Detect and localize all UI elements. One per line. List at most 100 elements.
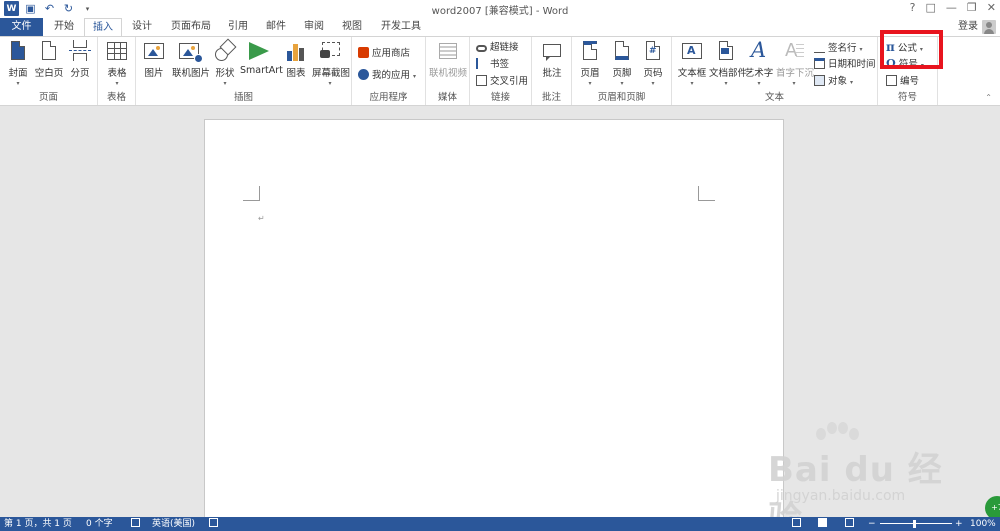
zoom-level[interactable]: 100% [970,517,996,531]
ribbon-display-icon[interactable]: □ [926,1,936,14]
ribbon-tabs: 文件 开始 插入 设计 页面布局 引用 邮件 审阅 视图 开发工具 登录 [0,18,1000,37]
table-icon [106,40,128,62]
dropdown-arrow-icon: ▾ [651,80,655,87]
proofing-icon[interactable] [131,517,140,531]
collapse-ribbon-icon[interactable]: ⌃ [985,93,992,102]
dropdown-arrow-icon: ▾ [757,80,761,87]
header-icon [579,40,601,62]
shapes-button[interactable]: 形状 ▾ [210,38,240,90]
dropcap-icon: A [783,40,805,62]
watermark-url: jingyan.baidu.com [776,488,906,504]
cover-page-icon [7,40,29,62]
group-comments: 批注 批注 [532,37,572,105]
comment-icon [541,40,563,62]
dropdown-arrow-icon: ▾ [859,46,863,53]
dropdown-arrow-icon: ▾ [724,80,728,87]
page-break-icon [69,40,91,62]
online-video-button[interactable]: 联机视频 [429,40,467,90]
picture-button[interactable]: 图片 [139,40,169,90]
header-button[interactable]: 页眉 ▾ [575,40,605,90]
my-apps-button[interactable]: 我的应用 ▾ [358,68,416,83]
my-apps-icon [358,69,369,80]
tab-home[interactable]: 开始 [48,18,80,36]
signature-line-button[interactable]: 签名行 ▾ [814,41,863,56]
avatar[interactable] [982,20,996,34]
calendar-icon [814,58,825,69]
new-comment-button[interactable]: 批注 [537,40,567,90]
margin-corner-top-right [698,186,715,201]
window-controls: ? □ — ❐ ✕ [910,1,996,14]
film-icon [437,40,459,62]
dropdown-arrow-icon: ▾ [850,79,854,86]
close-icon[interactable]: ✕ [987,1,996,14]
zoom-slider-thumb[interactable] [913,520,916,528]
blank-page-icon [38,40,60,62]
tab-file[interactable]: 文件 [0,18,43,36]
store-icon [358,47,369,58]
signature-icon [814,42,825,53]
smartart-button[interactable]: SmartArt [240,40,283,90]
minimize-icon[interactable]: — [946,1,957,14]
group-apps: 应用商店 我的应用 ▾ 应用程序 [352,37,426,105]
tab-design[interactable]: 设计 [126,18,158,36]
status-page-count[interactable]: 第 1 页，共 1 页 [4,517,72,531]
tab-references[interactable]: 引用 [222,18,254,36]
status-word-count[interactable]: 0 个字 [86,517,113,531]
tab-insert[interactable]: 插入 [84,18,122,37]
document-page[interactable]: ↵ [204,119,784,519]
table-button[interactable]: 表格 ▾ [102,40,132,90]
cross-reference-button[interactable]: 交叉引用 [476,74,528,89]
picture-icon [143,40,165,62]
page-break-button[interactable]: 分页 [65,40,95,90]
cover-page-button[interactable]: 封面 ▾ [3,40,33,90]
tab-developer[interactable]: 开发工具 [374,18,428,36]
tab-view[interactable]: 视图 [336,18,368,36]
status-language[interactable]: 英语(美国) [152,517,195,531]
zoom-slider[interactable] [880,523,952,524]
chart-button[interactable]: 图表 [281,40,311,90]
group-media: 联机视频 媒体 [426,37,470,105]
object-button[interactable]: 对象 ▾ [814,74,853,89]
print-layout-icon[interactable] [818,517,827,531]
date-time-button[interactable]: 日期和时间 [814,57,876,72]
footer-button[interactable]: 页脚 ▾ [607,40,637,90]
page-number-button[interactable]: # 页码 ▾ [638,40,668,90]
bookmark-button[interactable]: 书签 [476,57,509,72]
read-mode-icon[interactable] [792,517,801,531]
online-picture-button[interactable]: 联机图片 [172,40,210,90]
tab-review[interactable]: 审阅 [298,18,330,36]
margin-corner-top-left [243,186,260,201]
screenshot-button[interactable]: 屏幕截图 ▾ [312,40,350,90]
object-icon [814,75,825,86]
paragraph-mark: ↵ [258,214,265,223]
textbox-button[interactable]: A 文本框 ▾ [675,40,709,90]
macro-record-icon[interactable] [209,517,218,531]
zoom-in-icon[interactable]: + [955,517,963,531]
signin-link[interactable]: 登录 [958,18,978,35]
zoom-out-icon[interactable]: − [868,517,876,531]
dropdown-arrow-icon: ▾ [413,73,417,80]
dropcap-button[interactable]: A 首字下沉 ▾ [776,40,814,90]
group-illustrations: 图片 联机图片 形状 ▾ SmartArt 图表 屏幕截图 ▾ 插图 [136,37,352,105]
dropdown-arrow-icon: ▾ [792,80,796,87]
numbering-icon [886,75,897,86]
store-button[interactable]: 应用商店 [358,46,410,61]
baidu-watermark: Bai du 经验 jingyan.baidu.com [768,422,958,531]
smartart-icon [249,40,271,62]
blank-page-button[interactable]: 空白页 [34,40,64,90]
shapes-icon [214,38,237,62]
hyperlink-button[interactable]: 超链接 [476,40,519,55]
restore-icon[interactable]: ❐ [967,1,977,14]
wordart-button[interactable]: A 艺术字 ▾ [744,38,774,90]
help-icon[interactable]: ? [910,1,916,14]
tab-page-layout[interactable]: 页面布局 [165,18,217,36]
dropdown-arrow-icon: ▾ [690,80,694,87]
online-picture-icon [178,40,203,63]
quick-parts-button[interactable]: 文档部件 ▾ [709,40,747,90]
numbering-button[interactable]: 编号 [886,74,919,89]
group-text: A 文本框 ▾ 文档部件 ▾ A 艺术字 ▾ A 首字下沉 ▾ 签名行 ▾ 日期和… [672,37,878,105]
group-tables: 表格 ▾ 表格 [98,37,136,105]
web-layout-icon[interactable] [845,517,854,531]
group-header-footer: 页眉 ▾ 页脚 ▾ # 页码 ▾ 页眉和页脚 [572,37,672,105]
tab-mailings[interactable]: 邮件 [260,18,292,36]
